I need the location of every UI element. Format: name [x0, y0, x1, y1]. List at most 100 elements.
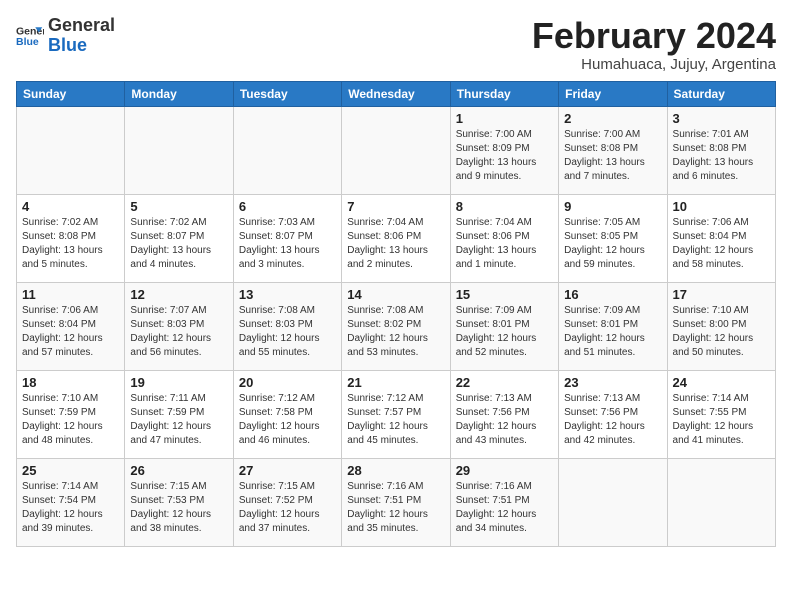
day-number: 26	[130, 463, 227, 478]
calendar-cell	[559, 458, 667, 546]
day-info: Sunrise: 7:13 AMSunset: 7:56 PMDaylight:…	[564, 392, 661, 448]
logo-text: GeneralBlue	[48, 16, 115, 56]
week-row-3: 11 Sunrise: 7:06 AMSunset: 8:04 PMDayligh…	[17, 282, 776, 370]
week-row-2: 4 Sunrise: 7:02 AMSunset: 8:08 PMDaylight…	[17, 194, 776, 282]
day-number: 21	[347, 375, 444, 390]
day-number: 9	[564, 199, 661, 214]
day-number: 11	[22, 287, 119, 302]
calendar-cell: 5Sunrise: 7:02 AMSunset: 8:07 PMDaylight…	[125, 194, 233, 282]
day-number: 25	[22, 463, 119, 478]
day-number: 6	[239, 199, 336, 214]
day-number: 24	[673, 375, 770, 390]
calendar-cell	[233, 106, 341, 194]
calendar-cell	[667, 458, 775, 546]
calendar-header-row: Sunday Monday Tuesday Wednesday Thursday…	[17, 81, 776, 106]
day-info: Sunrise: 7:09 AMSunset: 8:01 PMDaylight:…	[564, 304, 661, 360]
day-number: 3	[673, 111, 770, 126]
logo: General Blue GeneralBlue	[16, 16, 115, 56]
header-friday: Friday	[559, 81, 667, 106]
day-info: Sunrise: 7:16 AMSunset: 7:51 PMDaylight:…	[347, 480, 444, 536]
day-info: Sunrise: 7:12 AMSunset: 7:57 PMDaylight:…	[347, 392, 444, 448]
calendar-cell: 20 Sunrise: 7:12 AMSunset: 7:58 PMDayligh…	[233, 370, 341, 458]
day-number: 5	[130, 199, 227, 214]
calendar-cell: 14 Sunrise: 7:08 AMSunset: 8:02 PMDayligh…	[342, 282, 450, 370]
calendar-cell: 16 Sunrise: 7:09 AMSunset: 8:01 PMDayligh…	[559, 282, 667, 370]
calendar-cell: 22Sunrise: 7:13 AMSunset: 7:56 PMDayligh…	[450, 370, 558, 458]
day-info: Sunrise: 7:04 AMSunset: 8:06 PMDaylight:…	[347, 216, 444, 272]
calendar-cell: 26 Sunrise: 7:15 AMSunset: 7:53 PMDayligh…	[125, 458, 233, 546]
day-info: Sunrise: 7:02 AMSunset: 8:08 PMDaylight:…	[22, 216, 119, 272]
day-info: Sunrise: 7:07 AMSunset: 8:03 PMDaylight:…	[130, 304, 227, 360]
day-info: Sunrise: 7:12 AMSunset: 7:58 PMDaylight:…	[239, 392, 336, 448]
calendar-cell: 1 Sunrise: 7:00 AMSunset: 8:09 PMDaylight…	[450, 106, 558, 194]
day-info: Sunrise: 7:06 AMSunset: 8:04 PMDaylight:…	[22, 304, 119, 360]
day-info: Sunrise: 7:05 AMSunset: 8:05 PMDaylight:…	[564, 216, 661, 272]
calendar-cell: 23 Sunrise: 7:13 AMSunset: 7:56 PMDayligh…	[559, 370, 667, 458]
calendar-cell: 27Sunrise: 7:15 AMSunset: 7:52 PMDayligh…	[233, 458, 341, 546]
logo-icon: General Blue	[16, 22, 44, 50]
title-block: February 2024 Humahuaca, Jujuy, Argentin…	[532, 16, 776, 73]
day-info: Sunrise: 7:10 AMSunset: 7:59 PMDaylight:…	[22, 392, 119, 448]
day-info: Sunrise: 7:14 AMSunset: 7:55 PMDaylight:…	[673, 392, 770, 448]
day-info: Sunrise: 7:01 AMSunset: 8:08 PMDaylight:…	[673, 128, 770, 184]
calendar-cell: 21 Sunrise: 7:12 AMSunset: 7:57 PMDayligh…	[342, 370, 450, 458]
week-row-1: 1 Sunrise: 7:00 AMSunset: 8:09 PMDaylight…	[17, 106, 776, 194]
calendar-cell: 13 Sunrise: 7:08 AMSunset: 8:03 PMDayligh…	[233, 282, 341, 370]
page-header: General Blue GeneralBlue February 2024 H…	[16, 16, 776, 73]
day-info: Sunrise: 7:08 AMSunset: 8:03 PMDaylight:…	[239, 304, 336, 360]
week-row-5: 25 Sunrise: 7:14 AMSunset: 7:54 PMDayligh…	[17, 458, 776, 546]
header-wednesday: Wednesday	[342, 81, 450, 106]
calendar-cell	[125, 106, 233, 194]
day-number: 17	[673, 287, 770, 302]
header-saturday: Saturday	[667, 81, 775, 106]
day-info: Sunrise: 7:04 AMSunset: 8:06 PMDaylight:…	[456, 216, 553, 272]
day-info: Sunrise: 7:10 AMSunset: 8:00 PMDaylight:…	[673, 304, 770, 360]
calendar-cell: 11 Sunrise: 7:06 AMSunset: 8:04 PMDayligh…	[17, 282, 125, 370]
day-info: Sunrise: 7:11 AMSunset: 7:59 PMDaylight:…	[130, 392, 227, 448]
calendar-cell	[17, 106, 125, 194]
day-info: Sunrise: 7:15 AMSunset: 7:53 PMDaylight:…	[130, 480, 227, 536]
day-info: Sunrise: 7:16 AMSunset: 7:51 PMDaylight:…	[456, 480, 553, 536]
calendar-cell: 24 Sunrise: 7:14 AMSunset: 7:55 PMDayligh…	[667, 370, 775, 458]
day-info: Sunrise: 7:00 AMSunset: 8:08 PMDaylight:…	[564, 128, 661, 184]
calendar-cell: 29Sunrise: 7:16 AMSunset: 7:51 PMDayligh…	[450, 458, 558, 546]
week-row-4: 18 Sunrise: 7:10 AMSunset: 7:59 PMDayligh…	[17, 370, 776, 458]
day-info: Sunrise: 7:15 AMSunset: 7:52 PMDaylight:…	[239, 480, 336, 536]
calendar-cell: 18 Sunrise: 7:10 AMSunset: 7:59 PMDayligh…	[17, 370, 125, 458]
calendar-cell: 8 Sunrise: 7:04 AMSunset: 8:06 PMDaylight…	[450, 194, 558, 282]
day-info: Sunrise: 7:00 AMSunset: 8:09 PMDaylight:…	[456, 128, 553, 184]
day-info: Sunrise: 7:14 AMSunset: 7:54 PMDaylight:…	[22, 480, 119, 536]
calendar-cell: 9 Sunrise: 7:05 AMSunset: 8:05 PMDaylight…	[559, 194, 667, 282]
svg-text:Blue: Blue	[16, 36, 39, 48]
calendar-subtitle: Humahuaca, Jujuy, Argentina	[532, 56, 776, 73]
day-number: 16	[564, 287, 661, 302]
day-info: Sunrise: 7:03 AMSunset: 8:07 PMDaylight:…	[239, 216, 336, 272]
calendar-cell: 7Sunrise: 7:04 AMSunset: 8:06 PMDaylight…	[342, 194, 450, 282]
calendar-cell: 17 Sunrise: 7:10 AMSunset: 8:00 PMDayligh…	[667, 282, 775, 370]
calendar-cell: 12Sunrise: 7:07 AMSunset: 8:03 PMDayligh…	[125, 282, 233, 370]
header-tuesday: Tuesday	[233, 81, 341, 106]
calendar-cell: 6 Sunrise: 7:03 AMSunset: 8:07 PMDaylight…	[233, 194, 341, 282]
calendar-cell: 4 Sunrise: 7:02 AMSunset: 8:08 PMDaylight…	[17, 194, 125, 282]
day-number: 8	[456, 199, 553, 214]
day-number: 13	[239, 287, 336, 302]
day-number: 4	[22, 199, 119, 214]
calendar-cell: 28Sunrise: 7:16 AMSunset: 7:51 PMDayligh…	[342, 458, 450, 546]
day-number: 18	[22, 375, 119, 390]
calendar-title: February 2024	[532, 16, 776, 56]
day-number: 1	[456, 111, 553, 126]
calendar-cell: 10Sunrise: 7:06 AMSunset: 8:04 PMDayligh…	[667, 194, 775, 282]
calendar-cell: 25 Sunrise: 7:14 AMSunset: 7:54 PMDayligh…	[17, 458, 125, 546]
day-number: 15	[456, 287, 553, 302]
day-number: 2	[564, 111, 661, 126]
calendar-table: Sunday Monday Tuesday Wednesday Thursday…	[16, 81, 776, 547]
calendar-cell	[342, 106, 450, 194]
calendar-cell: 2 Sunrise: 7:00 AMSunset: 8:08 PMDaylight…	[559, 106, 667, 194]
day-info: Sunrise: 7:09 AMSunset: 8:01 PMDaylight:…	[456, 304, 553, 360]
day-number: 10	[673, 199, 770, 214]
day-number: 20	[239, 375, 336, 390]
day-number: 23	[564, 375, 661, 390]
day-info: Sunrise: 7:08 AMSunset: 8:02 PMDaylight:…	[347, 304, 444, 360]
day-number: 14	[347, 287, 444, 302]
day-info: Sunrise: 7:13 AMSunset: 7:56 PMDaylight:…	[456, 392, 553, 448]
